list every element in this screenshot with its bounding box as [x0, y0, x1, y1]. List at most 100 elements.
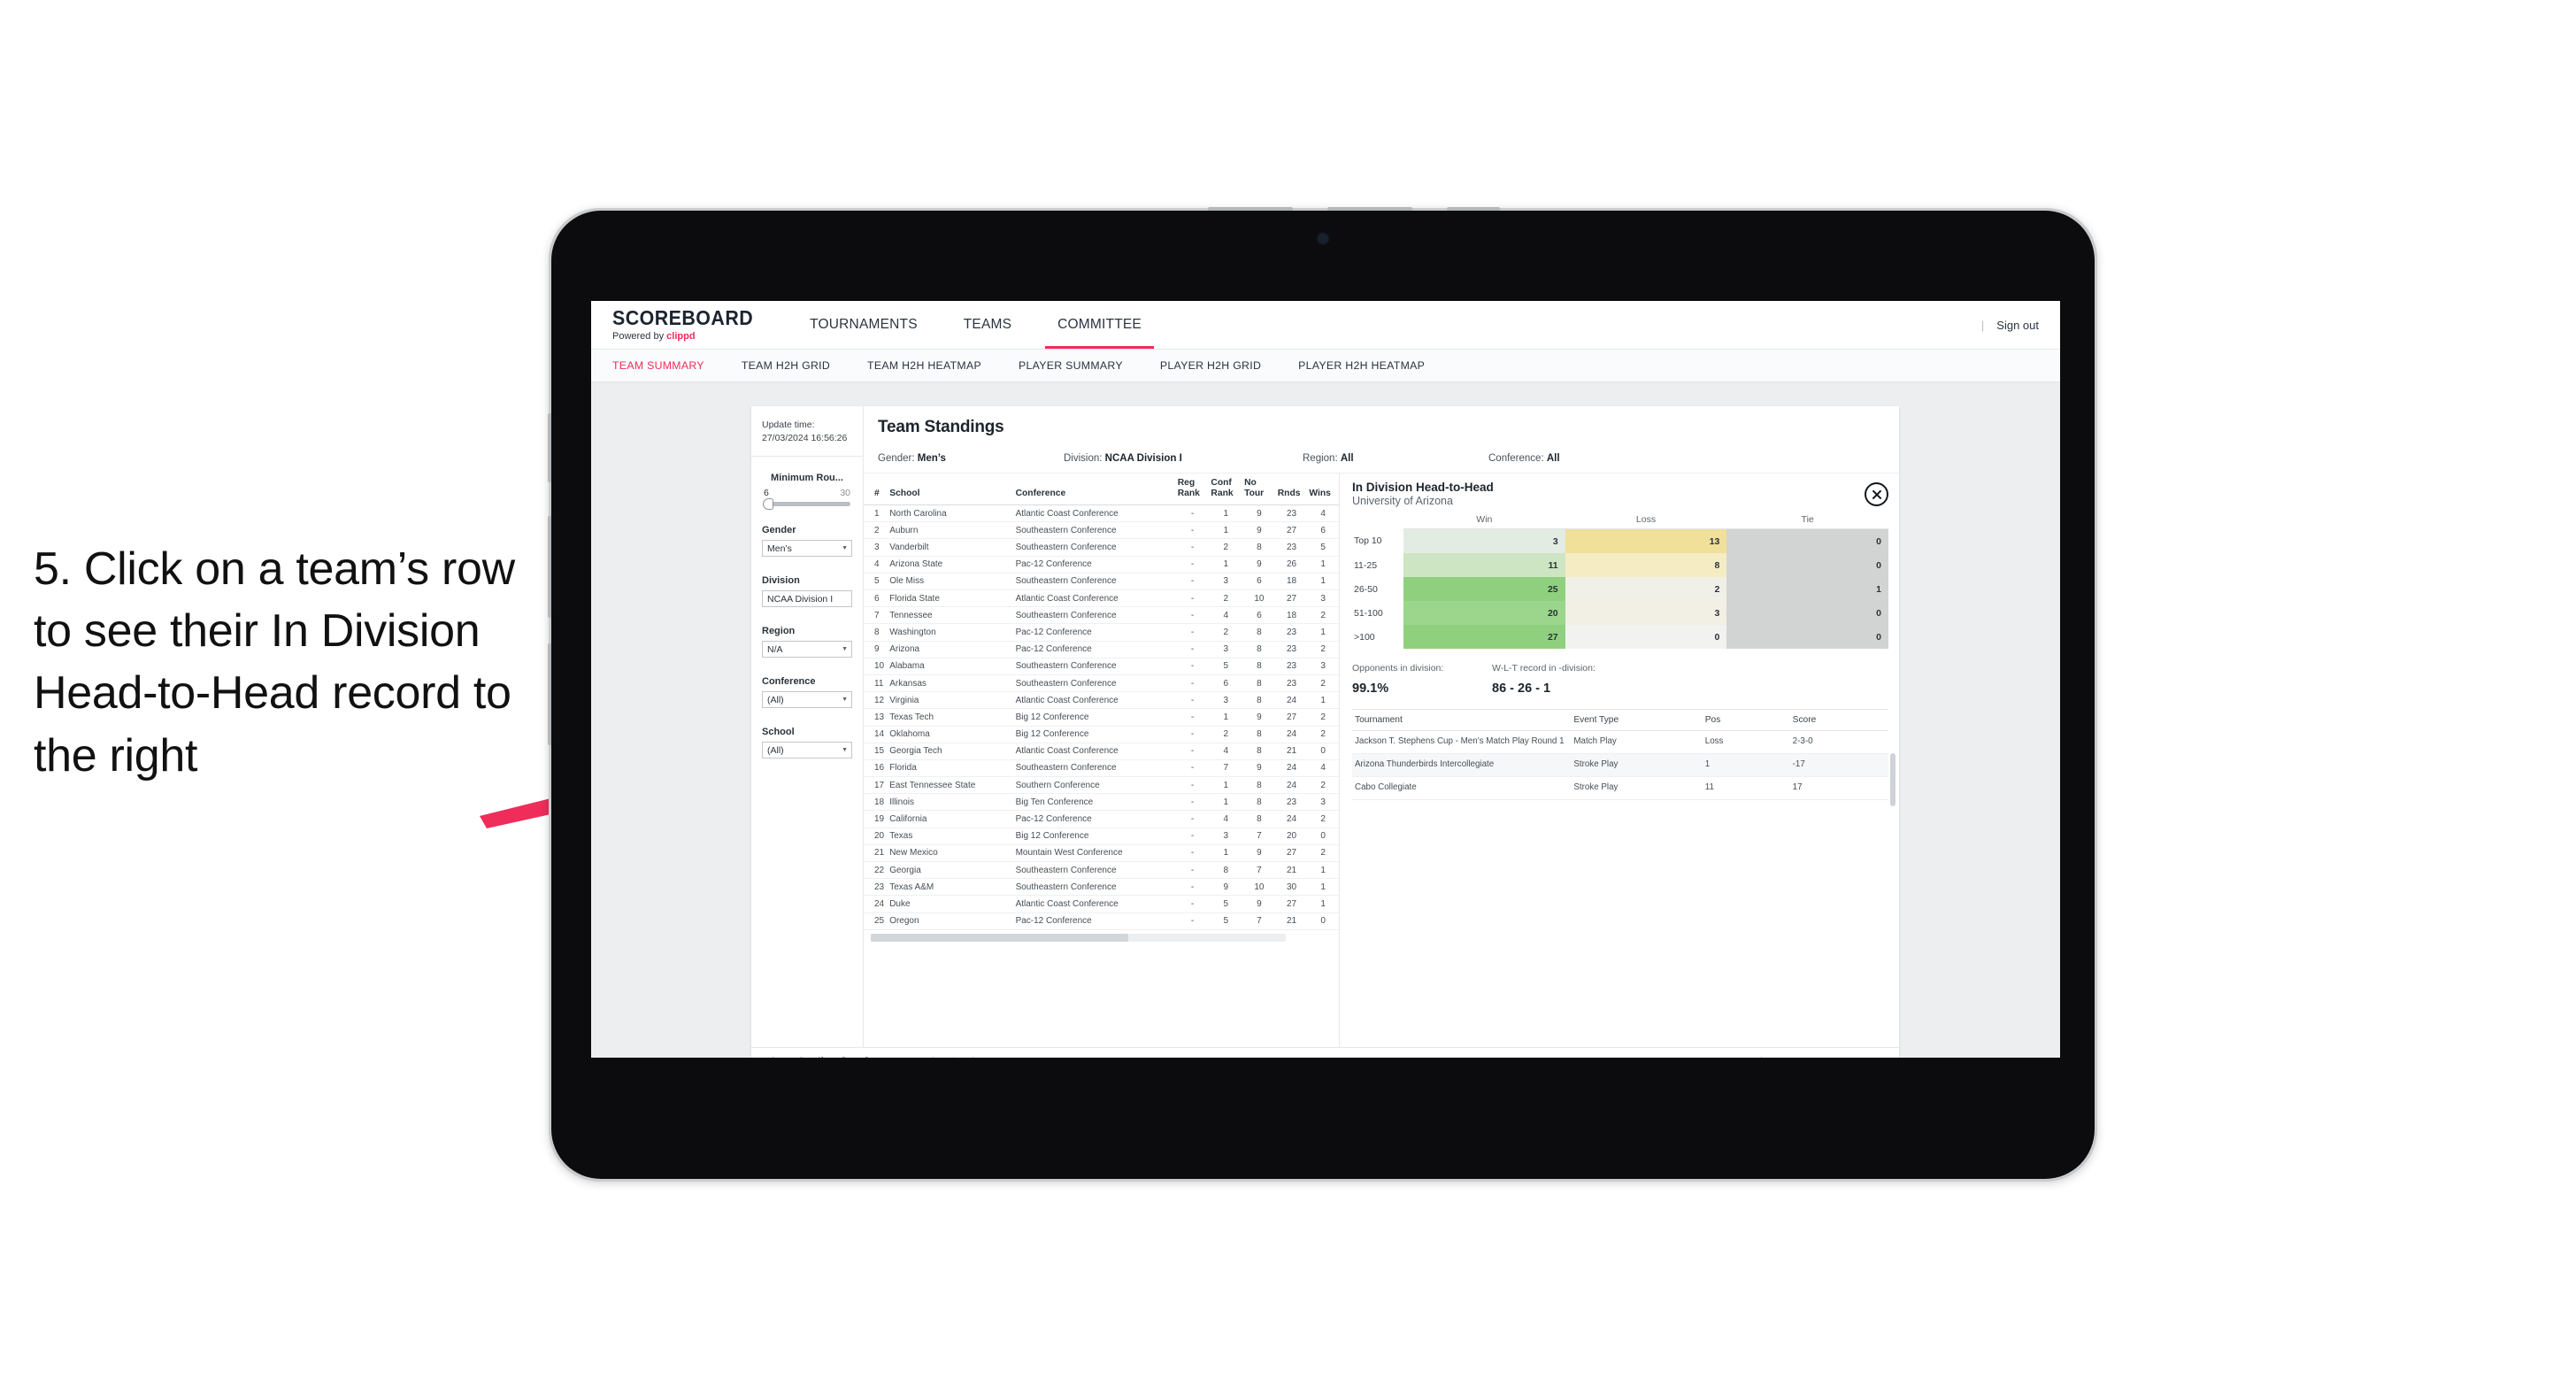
table-row[interactable]: 20 Texas Big 12 Conference -3 7 20 0: [864, 828, 1339, 845]
undo-icon[interactable]: [764, 1053, 787, 1058]
cell-no-tour: 7: [1242, 861, 1276, 880]
tab-team-summary[interactable]: TEAM SUMMARY: [612, 359, 724, 372]
cell-reg-rank: -: [1175, 708, 1210, 727]
cell-wins: 2: [1307, 844, 1339, 863]
cell-school: New Mexico: [888, 844, 1014, 863]
cell-wins: 4: [1307, 759, 1339, 778]
standings-body: 1 North Carolina Atlantic Coast Conference…: [864, 504, 1339, 930]
table-row[interactable]: 9 Arizona Pac-12 Conference -3 8 23 2: [864, 641, 1339, 658]
tab-player-summary[interactable]: PLAYER SUMMARY: [1019, 359, 1142, 372]
table-row[interactable]: 16 Florida Southeastern Conference -7 9 24 4: [864, 759, 1339, 778]
table-row[interactable]: 4 Arizona State Pac-12 Conference -1 9 26 1: [864, 556, 1339, 574]
gender-filter-select[interactable]: Men’s ▼: [762, 540, 852, 558]
redo-icon[interactable]: [787, 1053, 810, 1058]
table-row[interactable]: 10 Alabama Southeastern Conference -5 8 23 3: [864, 658, 1339, 675]
h2h-matrix-table: Win Loss Tie Top 10 3 13 0 11-25 11 8 0 26-50 25 2…: [1352, 514, 1888, 649]
table-row[interactable]: 8 Washington Pac-12 Conference -2 8 23 1: [864, 623, 1339, 642]
conference-filter-select[interactable]: (All) ▼: [762, 691, 852, 709]
cell-school: Washington: [888, 623, 1014, 642]
instruction-annotation: 5. Click on a team’s row to see their In…: [34, 543, 515, 782]
cell-school: Tennessee: [888, 606, 1014, 625]
table-row[interactable]: 3 Vanderbilt Southeastern Conference -2 8 23 5: [864, 538, 1339, 557]
slider-min-value: 6: [764, 488, 769, 499]
close-icon[interactable]: [1865, 482, 1888, 506]
event-type: Stroke Play: [1571, 753, 1703, 777]
cell-rank: 5: [864, 573, 888, 591]
header-right: | Sign out: [1981, 301, 2060, 349]
event-row: Cabo Collegiate Stroke Play 11 17: [1352, 776, 1888, 800]
cell-conf-rank: 3: [1209, 641, 1243, 658]
nav-item-committee[interactable]: COMMITTEE: [1034, 301, 1165, 349]
tab-player-h2h-heatmap[interactable]: PLAYER H2H HEATMAP: [1298, 359, 1444, 372]
cell-wins: 3: [1307, 589, 1339, 608]
refresh-data-icon[interactable]: [833, 1053, 856, 1058]
table-row[interactable]: 2 Auburn Southeastern Conference -1 9 27 6: [864, 521, 1339, 540]
cell-no-tour: 9: [1242, 895, 1276, 913]
share-button[interactable]: Share: [1830, 1057, 1887, 1059]
pause-updates-icon[interactable]: [856, 1053, 879, 1058]
table-row[interactable]: 21 New Mexico Mountain West Conference -1 9 2…: [864, 844, 1339, 863]
table-row[interactable]: 11 Arkansas Southeastern Conference -6 8 23 2: [864, 674, 1339, 693]
revert-icon[interactable]: [810, 1053, 833, 1058]
tab-player-h2h-grid[interactable]: PLAYER H2H GRID: [1160, 359, 1280, 372]
table-row[interactable]: 5 Ole Miss Southeastern Conference -3 6 18 1: [864, 573, 1339, 591]
cell-rank: 1: [864, 504, 888, 523]
school-filter-select[interactable]: (All) ▼: [762, 742, 852, 759]
tablet-bezel: SCOREBOARD Powered by clippd TOURNAMENTS…: [551, 211, 2095, 1179]
cell-rnds: 27: [1275, 521, 1308, 540]
cell-school: Arizona: [888, 641, 1014, 658]
fullscreen-button[interactable]: [1807, 1053, 1830, 1059]
meta-division: Division: NCAA Division I: [1064, 453, 1303, 464]
cell-school: Illinois: [888, 793, 1014, 812]
nav-item-teams[interactable]: TEAMS: [941, 301, 1034, 349]
table-row[interactable]: 22 Georgia Southeastern Conference -8 7 21 1: [864, 861, 1339, 880]
cell-conference: Southeastern Conference: [1013, 674, 1176, 693]
sign-out-link[interactable]: Sign out: [1996, 319, 2039, 332]
table-row[interactable]: 23 Texas A&M Southeastern Conference -9 10 30…: [864, 878, 1339, 897]
tab-team-h2h-heatmap[interactable]: TEAM H2H HEATMAP: [867, 359, 1001, 372]
cell-no-tour: 8: [1242, 776, 1276, 795]
table-row[interactable]: 15 Georgia Tech Atlantic Coast Conference -…: [864, 743, 1339, 760]
history-icon[interactable]: [942, 1053, 965, 1058]
table-row[interactable]: 24 Duke Atlantic Coast Conference -5 9 27 1: [864, 895, 1339, 913]
table-row[interactable]: 12 Virginia Atlantic Coast Conference -3 8 24…: [864, 691, 1339, 710]
h2h-header-row: Win Loss Tie: [1352, 514, 1888, 529]
region-filter-select[interactable]: N/A ▼: [762, 641, 852, 658]
cell-wins: 5: [1307, 538, 1339, 557]
events-vertical-scrollbar[interactable]: [1890, 753, 1895, 806]
table-horizontal-scrollbar[interactable]: [871, 933, 1286, 942]
watch-button[interactable]: Watch ▼: [1685, 1057, 1753, 1059]
view-original-button[interactable]: View: Original: [981, 1057, 1072, 1059]
device-layout-icon[interactable]: [879, 1053, 902, 1059]
cell-wins: 1: [1307, 691, 1339, 710]
table-row[interactable]: 17 East Tennessee State Southern Conferenc…: [864, 776, 1339, 795]
meta-region-value: All: [1340, 453, 1354, 464]
cell-wins: 0: [1307, 912, 1339, 930]
table-row[interactable]: 7 Tennessee Southeastern Conference -4 6 18 2: [864, 606, 1339, 625]
save-custom-view-button[interactable]: Save Custom View: [1072, 1057, 1184, 1059]
cell-reg-rank: -: [1175, 641, 1210, 658]
cell-rnds: 21: [1275, 912, 1308, 930]
table-row[interactable]: 1 North Carolina Atlantic Coast Conference…: [864, 504, 1339, 523]
table-row[interactable]: 6 Florida State Atlantic Coast Conference -…: [864, 589, 1339, 608]
tab-team-h2h-grid[interactable]: TEAM H2H GRID: [742, 359, 850, 372]
table-row[interactable]: 19 California Pac-12 Conference -4 8 24 2: [864, 810, 1339, 828]
event-type: Stroke Play: [1571, 776, 1703, 800]
h2h-row: Top 10 3 13 0: [1352, 528, 1888, 553]
event-tournament: Cabo Collegiate: [1352, 776, 1572, 800]
table-row[interactable]: 18 Illinois Big Ten Conference -1 8 23 3: [864, 793, 1339, 812]
table-row[interactable]: 14 Oklahoma Big 12 Conference -2 8 24 2: [864, 726, 1339, 743]
slider-track[interactable]: [763, 498, 850, 511]
chevron-down-icon[interactable]: ▼: [902, 1053, 925, 1059]
cell-rank: 15: [864, 743, 888, 760]
division-filter-select[interactable]: NCAA Division I: [762, 590, 852, 608]
table-row[interactable]: 13 Texas Tech Big 12 Conference -1 9 27 2: [864, 708, 1339, 727]
nav-item-tournaments[interactable]: TOURNAMENTS: [787, 301, 941, 349]
cell-conf-rank: 1: [1209, 708, 1243, 727]
table-row[interactable]: 25 Oregon Pac-12 Conference -5 7 21 0: [864, 912, 1339, 930]
scrollbar-thumb[interactable]: [871, 933, 1128, 942]
slider-handle[interactable]: [763, 498, 773, 511]
comment-button[interactable]: ▼: [1770, 1057, 1807, 1059]
cell-rank: 6: [864, 589, 888, 608]
cell-conference: Southeastern Conference: [1013, 861, 1176, 880]
